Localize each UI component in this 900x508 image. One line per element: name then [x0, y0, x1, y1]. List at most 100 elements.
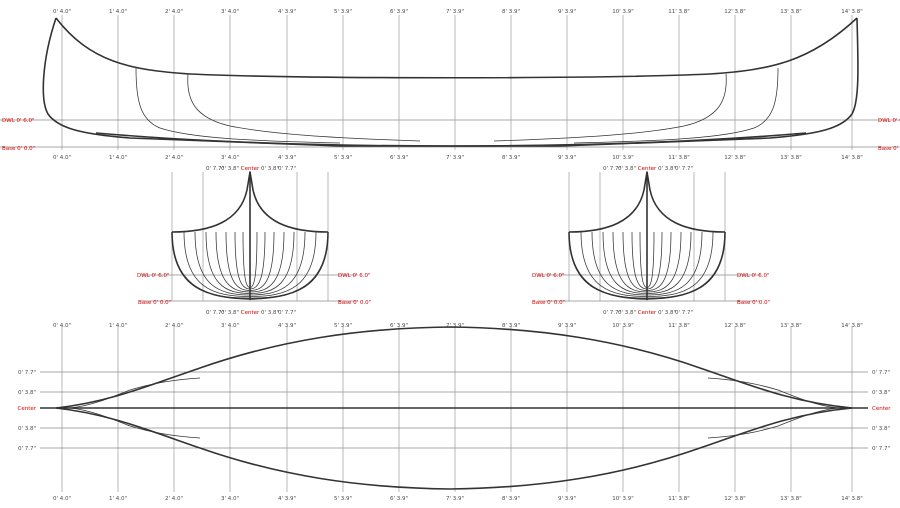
plan-station-label: 1' 4.0" — [109, 496, 127, 502]
lines-drawing: 0' 4.0" 1' 4.0" 2' 4.0" 3' 4.0" 4' 3.9" 5' 3.… — [0, 9, 900, 502]
plan-station-label: 12' 3.8" — [724, 323, 746, 329]
body-plan-top-label: 0' 3.8" — [261, 166, 279, 172]
body-plan-top-label: 0' 3.8" — [221, 166, 239, 172]
plan-station-label: 0' 4.0" — [53, 323, 71, 329]
plan-bottom-station-labels: 0' 4.0" 1' 4.0" 2' 4.0" 3' 4.0" 4' 3.9" 5' 3.… — [53, 496, 863, 502]
plan-sheer-half-breadth-top — [55, 326, 853, 409]
profile-stem-bow — [42, 17, 859, 147]
plan-station-label: 13' 3.8" — [780, 323, 802, 329]
plan-station-label: 10' 3.9" — [612, 323, 634, 329]
profile-keel-line — [95, 132, 807, 147]
plan-row-label-right: 0' 7.7" — [872, 370, 890, 376]
profile-station-label: 3' 4.0" — [221, 9, 239, 15]
profile-station-label: 8' 3.9" — [502, 155, 520, 161]
profile-station-label: 10' 3.9" — [612, 9, 634, 15]
plan-station-label: 0' 4.0" — [53, 496, 71, 502]
plan-row-label-right: 0' 3.8" — [872, 390, 890, 396]
plan-station-label: 14' 3.8" — [841, 496, 863, 502]
body-plan-station-curves — [171, 171, 329, 300]
body-plan-bottom-label: Center — [638, 310, 657, 316]
body-plan-top-label: 0' 3.8" — [658, 166, 676, 172]
profile-station-label: 11' 3.8" — [668, 155, 690, 161]
profile-station-label: 9' 3.9" — [558, 155, 576, 161]
profile-station-label: 7' 3.9" — [446, 155, 464, 161]
plan-row-label-left: 0' 3.8" — [18, 390, 36, 396]
body-plan-bottom-labels: 0' 7.7"0' 3.8" Center 0' 3.8"0' 7.7" — [206, 310, 296, 316]
plan-station-label: 12' 3.8" — [724, 496, 746, 502]
plan-sheer-half-breadth-bottom — [55, 407, 853, 490]
profile-station-label: 6' 3.9" — [390, 155, 408, 161]
plan-station-label: 10' 3.9" — [612, 496, 634, 502]
plan-station-label: 7' 3.9" — [446, 496, 464, 502]
profile-station-label: 5' 3.9" — [334, 155, 352, 161]
body-plan-base-label-right: Base 0' 0.0" — [338, 300, 371, 306]
profile-station-label: 11' 3.8" — [668, 9, 690, 15]
body-plan-dwl-label-left: DWL 0' 6.0" — [137, 273, 170, 279]
plan-station-label: 8' 3.9" — [502, 496, 520, 502]
profile-view: 0' 4.0" 1' 4.0" 2' 4.0" 3' 4.0" 4' 3.9" 5' 3.… — [0, 9, 900, 161]
profile-station-label: 14' 3.8" — [841, 9, 863, 15]
profile-station-label: 1' 4.0" — [109, 155, 127, 161]
plan-row-label-left: 0' 3.8" — [18, 426, 36, 432]
profile-station-label: 1' 4.0" — [109, 9, 127, 15]
profile-station-label: 7' 3.9" — [446, 9, 464, 15]
plan-row-label-left: Center — [17, 406, 36, 412]
profile-top-station-labels: 0' 4.0" 1' 4.0" 2' 4.0" 3' 4.0" 4' 3.9" 5' 3.… — [53, 9, 863, 15]
body-plan-bottom-label: 0' 7.7" — [675, 310, 693, 316]
body-plan-right: 0' 7.7"0' 3.8" Center 0' 3.8"0' 7.7" 0' 7.… — [532, 166, 770, 316]
plan-waterline-top — [69, 377, 201, 409]
plan-station-label: 2' 4.0" — [165, 496, 183, 502]
profile-station-label: 2' 4.0" — [165, 9, 183, 15]
plan-row-label-left: 0' 7.7" — [18, 370, 36, 376]
profile-section-curve-3 — [493, 73, 727, 142]
plan-row-label-right: 0' 3.8" — [872, 426, 890, 432]
body-plan-bottom-label: Center — [241, 310, 260, 316]
profile-base-label-left: Base 0' 0.0" — [2, 146, 35, 152]
profile-station-label: 12' 3.8" — [724, 155, 746, 161]
plan-waterline-bottom — [69, 407, 201, 439]
profile-station-label: 8' 3.9" — [502, 9, 520, 15]
profile-station-label: 5' 3.9" — [334, 9, 352, 15]
profile-station-label: 13' 3.8" — [780, 155, 802, 161]
plan-station-label: 2' 4.0" — [165, 323, 183, 329]
plan-station-label: 5' 3.9" — [334, 496, 352, 502]
body-plan-dwl-label-left: DWL 0' 6.0" — [532, 273, 565, 279]
plan-station-label: 3' 4.0" — [221, 323, 239, 329]
profile-section-curve-2 — [187, 73, 421, 142]
body-plan-base-label-right: Base 0' 0.0" — [737, 300, 770, 306]
profile-station-label: 12' 3.8" — [724, 9, 746, 15]
body-plan-dwl-label-right: DWL 0' 6.0" — [338, 273, 371, 279]
profile-base-label-right: Base 0' 0.0" — [878, 146, 900, 152]
profile-station-label: 9' 3.9" — [558, 9, 576, 15]
plan-row-label-right: 0' 7.7" — [872, 446, 890, 452]
body-plan-top-label: 0' 7.7" — [675, 166, 693, 172]
plan-station-label: 9' 3.9" — [558, 323, 576, 329]
body-plan-base-label-left: Base 0' 0.0" — [138, 300, 171, 306]
body-plan-bottom-label: 0' 7.7" — [278, 310, 296, 316]
profile-station-label: 3' 4.0" — [221, 155, 239, 161]
plan-station-label: 14' 3.8" — [841, 323, 863, 329]
plan-station-label: 7' 3.9" — [446, 323, 464, 329]
body-plan-bottom-label: 0' 3.8" — [261, 310, 279, 316]
profile-bottom-station-labels: 0' 4.0" 1' 4.0" 2' 4.0" 3' 4.0" 4' 3.9" 5' 3.… — [53, 155, 863, 161]
profile-station-label: 0' 4.0" — [53, 155, 71, 161]
body-plan-bottom-label: 0' 3.8" — [658, 310, 676, 316]
plan-station-grid — [61, 326, 853, 492]
profile-dwl-label-left: DWL 0' 6.0" — [2, 118, 35, 124]
plan-station-label: 4' 3.9" — [278, 496, 296, 502]
profile-station-label: 4' 3.9" — [278, 155, 296, 161]
body-plan-bottom-label: 0' 3.8" — [221, 310, 239, 316]
profile-dwl-label-right: DWL 0' 6.0" — [878, 118, 900, 124]
profile-station-grid — [61, 15, 853, 150]
body-plan-top-labels: 0' 7.7"0' 3.8" Center 0' 3.8"0' 7.7" — [206, 166, 296, 172]
plan-station-label: 5' 3.9" — [334, 323, 352, 329]
body-plan-top-label: Center — [638, 166, 657, 172]
profile-station-label: 10' 3.9" — [612, 155, 634, 161]
plan-row-label-right: Center — [872, 406, 891, 412]
body-plan-top-label: 0' 7.7" — [278, 166, 296, 172]
body-plan-bottom-label: 0' 3.8" — [618, 310, 636, 316]
profile-station-label: 13' 3.8" — [780, 9, 802, 15]
profile-station-label: 0' 4.0" — [53, 9, 71, 15]
plan-row-labels: 0' 7.7" 0' 7.7" 0' 3.8" 0' 3.8" Center Center… — [17, 370, 891, 452]
plan-view: 0' 4.0" 1' 4.0" 2' 4.0" 3' 4.0" 4' 3.9" 5' 3.… — [17, 323, 891, 502]
